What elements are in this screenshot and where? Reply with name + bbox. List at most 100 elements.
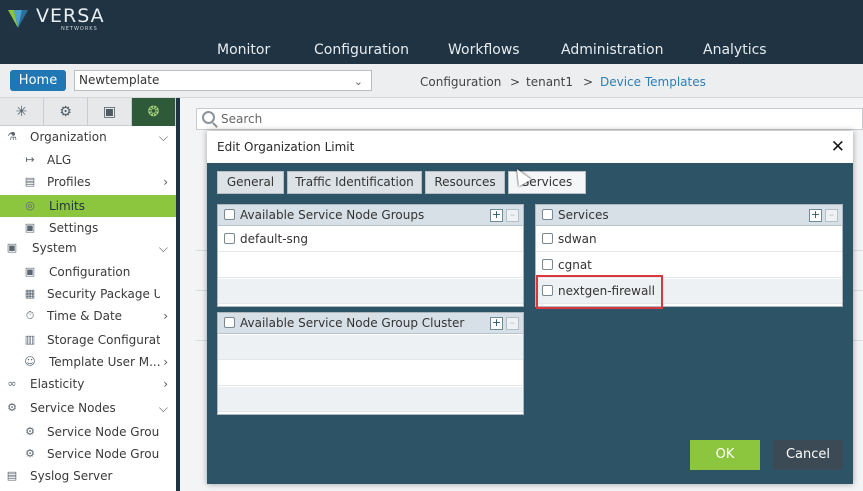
panel-header: Services + –: [536, 205, 842, 226]
sidebar-item-service-node-group[interactable]: ⚙ Service Node Group ...: [0, 443, 176, 465]
service-nodes-icon: ⚙: [7, 401, 17, 414]
sidebar-item-label: Storage Configurations: [47, 333, 160, 347]
highlight-box: [536, 275, 663, 309]
sidebar-item-organization[interactable]: ⚗ Organization ⌵: [0, 126, 176, 148]
sidebar-item-security-package-up[interactable]: ▦ Security Package Up...: [0, 283, 176, 305]
sidebar-item-syslog-server[interactable]: ▤ Syslog Server: [0, 465, 176, 487]
chevron-right-icon[interactable]: ›: [163, 351, 168, 373]
list-item[interactable]: default-sng: [218, 227, 523, 252]
top-bar: VERSA NETWORKS Monitor Configuration Wor…: [0, 0, 863, 64]
sidebar-item-label: System: [32, 241, 77, 255]
panel-header: Available Service Node Groups + –: [218, 205, 523, 226]
home-button[interactable]: Home: [10, 70, 66, 91]
add-icon[interactable]: +: [490, 209, 503, 222]
remove-icon: –: [506, 209, 519, 222]
search-icon: [202, 111, 215, 124]
nav-administration[interactable]: Administration: [561, 42, 663, 58]
sidebar-item-storage-configurations[interactable]: ▥ Storage Configurations: [0, 329, 176, 351]
breadcrumb-device-templates[interactable]: Device Templates: [600, 75, 706, 89]
breadcrumb-configuration[interactable]: Configuration: [420, 75, 501, 89]
security-icon: ▦: [24, 287, 36, 300]
cancel-button[interactable]: Cancel: [773, 440, 843, 470]
service-node-group-icon: ⚙: [25, 447, 35, 460]
tab-general[interactable]: General: [217, 171, 284, 194]
syslog-icon: ▤: [6, 469, 18, 482]
list-item[interactable]: sdwan: [536, 227, 842, 252]
row-checkbox[interactable]: [224, 233, 235, 244]
row-checkbox[interactable]: [542, 259, 553, 270]
sidebar-item-label: Organization: [30, 130, 107, 144]
chevron-down-icon: ⌄: [353, 75, 363, 88]
sidebar-item-service-node-groups[interactable]: ⚙ Service Node Groups: [0, 421, 176, 443]
ok-button[interactable]: OK: [690, 440, 760, 470]
settings-icon: ▣: [24, 221, 36, 234]
select-all-checkbox[interactable]: [224, 317, 235, 328]
sidebar-item-label: Elasticity: [30, 377, 85, 391]
search-input[interactable]: Search: [196, 108, 863, 130]
sidebar-item-system[interactable]: ▣ System ⌵: [0, 237, 176, 259]
select-all-checkbox[interactable]: [542, 209, 553, 220]
users-icon: ☺: [24, 355, 36, 368]
nav-monitor[interactable]: Monitor: [217, 42, 270, 58]
sidebar-item-profiles[interactable]: ▤ Profiles ›: [0, 171, 176, 193]
select-all-checkbox[interactable]: [224, 209, 235, 220]
sidebar-item-label: Service Node Groups: [47, 425, 160, 439]
sidebar-item-settings[interactable]: ▣ Settings: [0, 217, 176, 239]
search-placeholder: Search: [221, 112, 263, 126]
alg-icon: ↦: [25, 153, 35, 166]
cube-icon[interactable]: ▣: [88, 98, 132, 126]
template-select[interactable]: Newtemplate ⌄: [74, 70, 372, 91]
row-checkbox[interactable]: [542, 233, 553, 244]
chevron-down-icon[interactable]: ⌵: [159, 126, 168, 148]
system-icon: ▣: [6, 241, 18, 254]
chevron-right-icon[interactable]: ›: [163, 171, 168, 193]
panel-title: Services: [558, 208, 609, 222]
add-icon[interactable]: +: [490, 317, 503, 330]
panel-title: Available Service Node Groups: [240, 208, 425, 222]
chevron-down-icon[interactable]: ⌵: [159, 237, 168, 259]
network-icon[interactable]: ✳: [0, 98, 44, 126]
sidebar-item-alg[interactable]: ↦ ALG: [0, 149, 176, 171]
breadcrumb-separator: >: [510, 75, 521, 89]
gear-icon[interactable]: ⚙: [44, 98, 88, 126]
chevron-right-icon[interactable]: ›: [163, 305, 168, 327]
row-label: cgnat: [558, 258, 592, 272]
chevron-down-icon[interactable]: ⌵: [159, 397, 168, 419]
breadcrumb-tenant[interactable]: tenant1: [526, 75, 573, 89]
clock-icon: ⏱: [25, 309, 35, 322]
remove-icon: –: [506, 317, 519, 330]
nav-workflows[interactable]: Workflows: [448, 42, 520, 58]
edit-organization-limit-dialog: Edit Organization Limit ✕ General Traffi…: [207, 131, 853, 484]
brand-sub: NETWORKS: [61, 26, 98, 32]
globe-gear-icon[interactable]: ❂: [132, 98, 176, 126]
versa-logo-icon: [8, 10, 28, 28]
sidebar-item-limits[interactable]: ◎ Limits: [0, 195, 176, 217]
sidebar-item-template-user-m[interactable]: ☺ Template User M... ›: [0, 351, 176, 373]
brand-name: VERSA: [36, 5, 105, 27]
tab-traffic-identification[interactable]: Traffic Identification: [287, 171, 422, 194]
sidebar-item-label: Settings: [49, 221, 99, 235]
empty-row: [218, 335, 523, 360]
tab-resources[interactable]: Resources: [425, 171, 505, 194]
nav-configuration[interactable]: Configuration: [314, 42, 409, 58]
sidebar-tabs: ✳ ⚙ ▣ ❂: [0, 98, 176, 126]
sidebar-item-time-date[interactable]: ⏱ Time & Date ›: [0, 305, 176, 327]
service-node-groups-panel: Available Service Node Groups + – defaul…: [217, 204, 524, 307]
nav-analytics[interactable]: Analytics: [703, 42, 767, 58]
sidebar-item-label: Profiles: [47, 175, 91, 189]
sidebar-item-configuration[interactable]: ▣ Configuration: [0, 261, 176, 283]
sidebar-item-label: Template User M...: [49, 355, 160, 369]
sidebar-item-label: Syslog Server: [30, 469, 113, 483]
empty-row: [218, 361, 523, 386]
close-icon[interactable]: ✕: [831, 137, 845, 157]
add-icon[interactable]: +: [809, 209, 822, 222]
sidebar-item-elasticity[interactable]: ∞ Elasticity ›: [0, 373, 176, 395]
sidebar-item-label: Service Nodes: [30, 401, 116, 415]
dialog-title: Edit Organization Limit: [217, 140, 355, 154]
chevron-right-icon[interactable]: ›: [163, 373, 168, 395]
sidebar-item-service-nodes[interactable]: ⚙ Service Nodes ⌵: [0, 397, 176, 419]
sidebar-item-label: Configuration: [49, 265, 131, 279]
row-label: sdwan: [558, 232, 597, 246]
left-sidebar: ✳ ⚙ ▣ ❂ ⚗ Organization ⌵ ↦ ALG ▤ Profiles › ◎ Lim…: [0, 98, 180, 491]
elasticity-icon: ∞: [7, 377, 17, 390]
